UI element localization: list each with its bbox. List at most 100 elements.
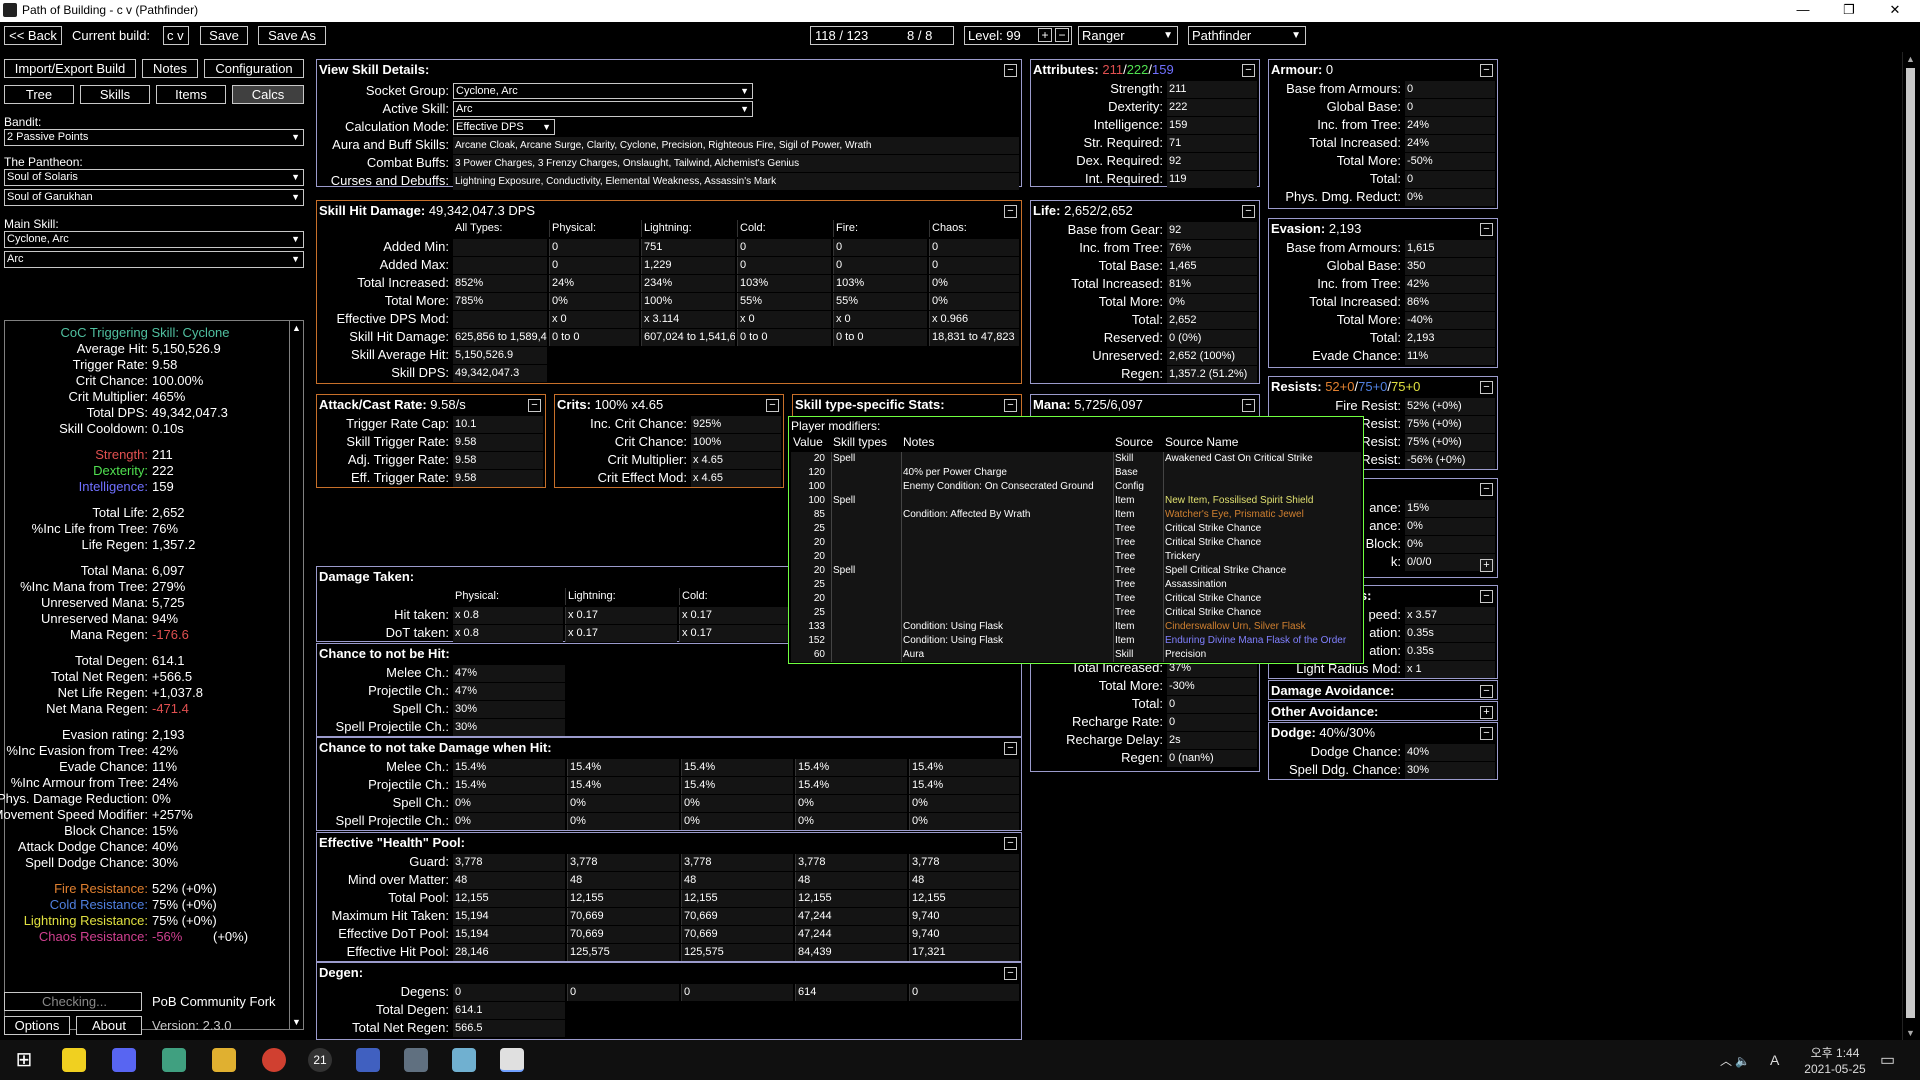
monitor-icon[interactable]	[356, 1048, 380, 1072]
collapse-icon[interactable]: −	[1242, 399, 1255, 412]
notification-icon[interactable]: ▭	[1880, 1050, 1895, 1070]
level-label: Level: 99	[968, 28, 1021, 43]
app-badge-icon[interactable]: 21	[308, 1048, 332, 1072]
collapse-icon[interactable]: −	[1480, 590, 1493, 603]
skill-details-dropdown[interactable]: Arc ▼	[453, 101, 753, 117]
ascendancy-dropdown[interactable]: Pathfinder ▼	[1188, 26, 1306, 45]
stat-cell: 70,669	[681, 926, 793, 943]
configuration-tab[interactable]: Configuration	[204, 59, 304, 78]
expand-icon[interactable]: +	[1480, 706, 1493, 719]
skill-details-dropdown[interactable]: Cyclone, Arc ▼	[453, 83, 753, 99]
calculator-icon[interactable]	[404, 1048, 428, 1072]
items-tab[interactable]: Items	[156, 85, 226, 104]
file-explorer-icon[interactable]	[212, 1048, 236, 1072]
stat-label: Chaos Resistance:	[38, 929, 148, 944]
column-divider	[831, 536, 832, 550]
notepad-icon[interactable]	[452, 1048, 476, 1072]
collapse-icon[interactable]: −	[1004, 64, 1017, 77]
column-divider	[831, 592, 832, 606]
collapse-icon[interactable]: −	[1004, 742, 1017, 755]
stat-value: 100.00%	[152, 373, 204, 388]
scroll-thumb[interactable]	[1906, 68, 1915, 1018]
discord-icon[interactable]	[112, 1048, 136, 1072]
sidebar-stat-row: Dexterity: 222	[5, 463, 289, 479]
stat-cell: 0	[453, 984, 565, 1001]
chevron-down-icon: ▼	[542, 122, 551, 132]
skills-tab[interactable]: Skills	[80, 85, 150, 104]
main-skill-dropdown[interactable]: Cyclone, Arc ▼	[4, 231, 304, 248]
stat-cell: 15.4%	[567, 777, 679, 794]
notes-tab[interactable]: Notes	[142, 59, 198, 78]
class-dropdown[interactable]: Ranger ▼	[1078, 26, 1178, 45]
collapse-icon[interactable]: −	[1004, 967, 1017, 980]
pantheon-label: The Pantheon:	[4, 155, 83, 169]
column-divider	[901, 480, 902, 494]
sidebar-scrollbar[interactable]: ▲ ▼	[289, 321, 303, 1029]
stat-value: 2,652	[152, 505, 185, 520]
collapse-icon[interactable]: −	[1480, 727, 1493, 740]
collapse-icon[interactable]: −	[1004, 399, 1017, 412]
collapse-icon[interactable]: −	[766, 399, 779, 412]
modifier-source-name: Awakened Cast On Critical Strike	[1165, 453, 1313, 464]
path-of-building-icon[interactable]	[500, 1048, 524, 1072]
save-button[interactable]: Save	[200, 26, 248, 45]
options-button[interactable]: Options	[4, 1016, 70, 1035]
collapse-icon[interactable]: −	[1004, 205, 1017, 218]
sidebar-stat-row: Lightning Resistance: 75% (+0%)	[5, 913, 289, 929]
pantheon-major-dropdown[interactable]: Soul of Solaris ▼	[4, 169, 304, 186]
build-name-field[interactable]: c v	[163, 26, 189, 45]
maximize-button[interactable]: ❐	[1826, 0, 1872, 22]
tree-tab[interactable]: Tree	[4, 85, 74, 104]
resists-section-header: Resists: 52+0/75+0/75+0	[1271, 379, 1420, 394]
stat-value: 1,615	[1405, 240, 1495, 257]
level-plus-button[interactable]: +	[1038, 28, 1052, 42]
stat-value: 24%	[152, 775, 179, 790]
chrome-icon[interactable]	[262, 1048, 286, 1072]
stat-label: Total Increased:	[1071, 276, 1163, 291]
stat-cell: 0	[929, 239, 1019, 256]
skill-details-section: View Skill Details: − Socket Group: Cyclone…	[316, 59, 1022, 190]
collapse-icon[interactable]: −	[1480, 223, 1493, 236]
app-icon[interactable]	[162, 1048, 186, 1072]
stat-label: Total Increased:	[1309, 294, 1401, 309]
level-minus-button[interactable]: −	[1055, 28, 1069, 42]
collapse-icon[interactable]: −	[1242, 205, 1255, 218]
about-button[interactable]: About	[76, 1016, 142, 1035]
collapse-icon[interactable]: −	[528, 399, 541, 412]
tray-icons[interactable]: ︿ 🔈	[1720, 1052, 1750, 1069]
stat-label: Total Degen:	[376, 1002, 449, 1017]
save-as-button[interactable]: Save As	[258, 26, 326, 45]
back-button[interactable]: << Back	[4, 26, 62, 45]
close-button[interactable]: ✕	[1872, 0, 1918, 22]
collapse-icon[interactable]: −	[1480, 64, 1493, 77]
tooltip-title: Player modifiers:	[791, 419, 881, 433]
skill-details-dropdown[interactable]: Effective DPS ▼	[453, 119, 555, 135]
import-export-tab[interactable]: Import/Export Build	[4, 59, 136, 78]
modifier-source-name: New Item, Fossilised Spirit Shield	[1165, 495, 1314, 506]
stat-cell: 0	[567, 984, 679, 1001]
collapse-icon[interactable]: −	[1480, 483, 1493, 496]
skill-hit-damage-section: Skill Hit Damage: 49,342,047.3 DPS − All T…	[316, 200, 1022, 384]
expand-icon[interactable]: +	[1480, 559, 1493, 572]
column-header: Physical:	[549, 220, 639, 237]
ime-indicator[interactable]: A	[1770, 1052, 1779, 1068]
stat-cell: 0%	[795, 813, 907, 830]
collapse-icon[interactable]: −	[1480, 381, 1493, 394]
stat-value: 2,652	[1167, 312, 1257, 329]
minimize-button[interactable]: —	[1780, 0, 1826, 22]
kakaotalk-icon[interactable]	[62, 1048, 86, 1072]
stat-cell: 15,194	[453, 908, 565, 925]
collapse-icon[interactable]: −	[1480, 685, 1493, 698]
stat-value: -56% (+0%)	[1405, 452, 1495, 469]
pantheon-minor-dropdown[interactable]: Soul of Garukhan ▼	[4, 189, 304, 206]
column-divider	[1113, 536, 1114, 550]
skill-part-dropdown[interactable]: Arc ▼	[4, 251, 304, 268]
windows-start-icon[interactable]: ⊞	[12, 1048, 36, 1072]
main-scrollbar[interactable]: ▲ ▼	[1902, 52, 1918, 1040]
collapse-icon[interactable]: −	[1004, 837, 1017, 850]
chevron-down-icon: ▼	[740, 86, 749, 96]
current-build-label: Current build:	[72, 28, 151, 43]
collapse-icon[interactable]: −	[1242, 64, 1255, 77]
calcs-tab[interactable]: Calcs	[232, 85, 304, 104]
bandit-dropdown[interactable]: 2 Passive Points ▼	[4, 129, 304, 146]
